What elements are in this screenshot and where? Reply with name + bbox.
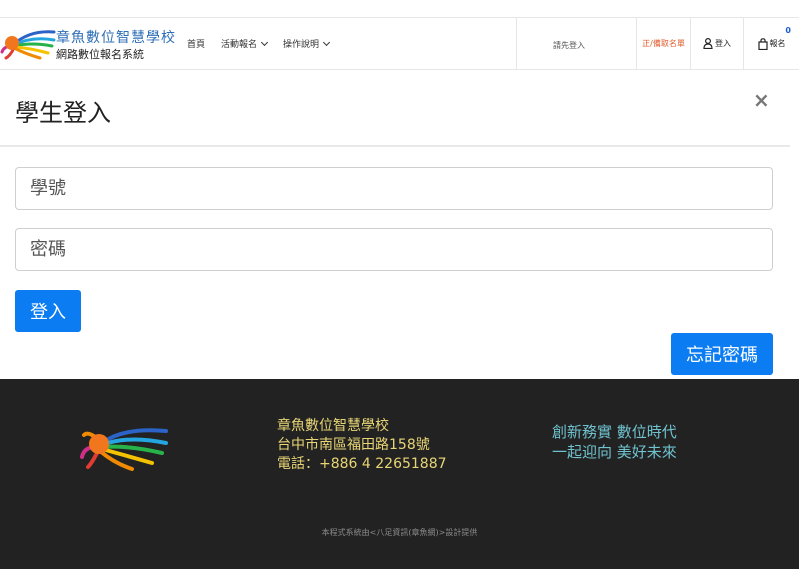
student-id-input[interactable] (15, 167, 773, 210)
modal-title: 學生登入 (15, 99, 111, 127)
nav-instructions-label: 操作說明 (283, 40, 320, 50)
header-login-link[interactable]: 登入 (690, 18, 743, 69)
school-contact: 章魚數位智慧學校 台中市南區福田路158號 電話：+886 4 22651887 (277, 417, 447, 474)
site-footer: 章魚數位智慧學校 台中市南區福田路158號 電話：+886 4 22651887… (0, 379, 799, 569)
nav-instructions[interactable]: 操作說明 (283, 37, 331, 50)
header-login-label: 登入 (715, 39, 731, 48)
login-button[interactable]: 登入 (15, 290, 81, 332)
password-input[interactable] (15, 228, 773, 271)
footer-school-name: 章魚數位智慧學校 (277, 418, 389, 434)
header-signup-link[interactable]: 報名 0 (743, 18, 799, 69)
octopus-logo-icon (80, 428, 168, 471)
footer-phone: 電話：+886 4 22651887 (277, 456, 447, 472)
forgot-password-button[interactable]: 忘記密碼 (671, 333, 773, 375)
site-logo[interactable]: 章魚數位智慧學校 網路數位報名系統 (0, 24, 186, 64)
close-icon[interactable]: × (753, 88, 770, 112)
footer-address: 台中市南區福田路158號 (277, 437, 430, 453)
nav-home-label: 首頁 (187, 40, 206, 50)
login-prompt: 請先登入 (516, 18, 636, 69)
shopping-bag-icon (757, 37, 768, 50)
chevron-down-icon (323, 38, 331, 46)
nav-home[interactable]: 首頁 (187, 37, 205, 50)
chevron-down-icon (260, 38, 269, 46)
login-prompt-text: 請先登入 (553, 41, 585, 50)
slogan-line-1: 創新務實 數位時代 (552, 423, 677, 441)
header-signup-label: 報名 (769, 39, 786, 48)
cart-count-badge: 0 (785, 26, 791, 35)
brand-name: 章魚數位智慧學校 (56, 30, 176, 46)
admission-list-label: 正/備取名單 (642, 39, 685, 48)
user-icon (703, 38, 713, 49)
footer-credit: 本程式系統由<八足資訊(章魚網)>設計提供 (321, 528, 478, 537)
nav-activity-signup[interactable]: 活動報名 (221, 37, 269, 50)
modal-header: 學生登入 × (0, 71, 790, 147)
brand-subtitle: 網路數位報名系統 (56, 48, 144, 61)
nav-activity-label: 活動報名 (221, 40, 258, 50)
footer-slogan: 創新務實 數位時代 一起迎向 美好未來 (552, 422, 677, 462)
admission-list-link[interactable]: 正/備取名單 (636, 18, 690, 69)
top-navbar: 章魚數位智慧學校 網路數位報名系統 首頁 活動報名 操作說明 請先登入 正/備取… (0, 17, 799, 70)
octopus-logo-icon (0, 30, 56, 60)
main-nav: 首頁 活動報名 操作說明 (187, 18, 331, 69)
slogan-line-2: 一起迎向 美好未來 (552, 443, 677, 461)
